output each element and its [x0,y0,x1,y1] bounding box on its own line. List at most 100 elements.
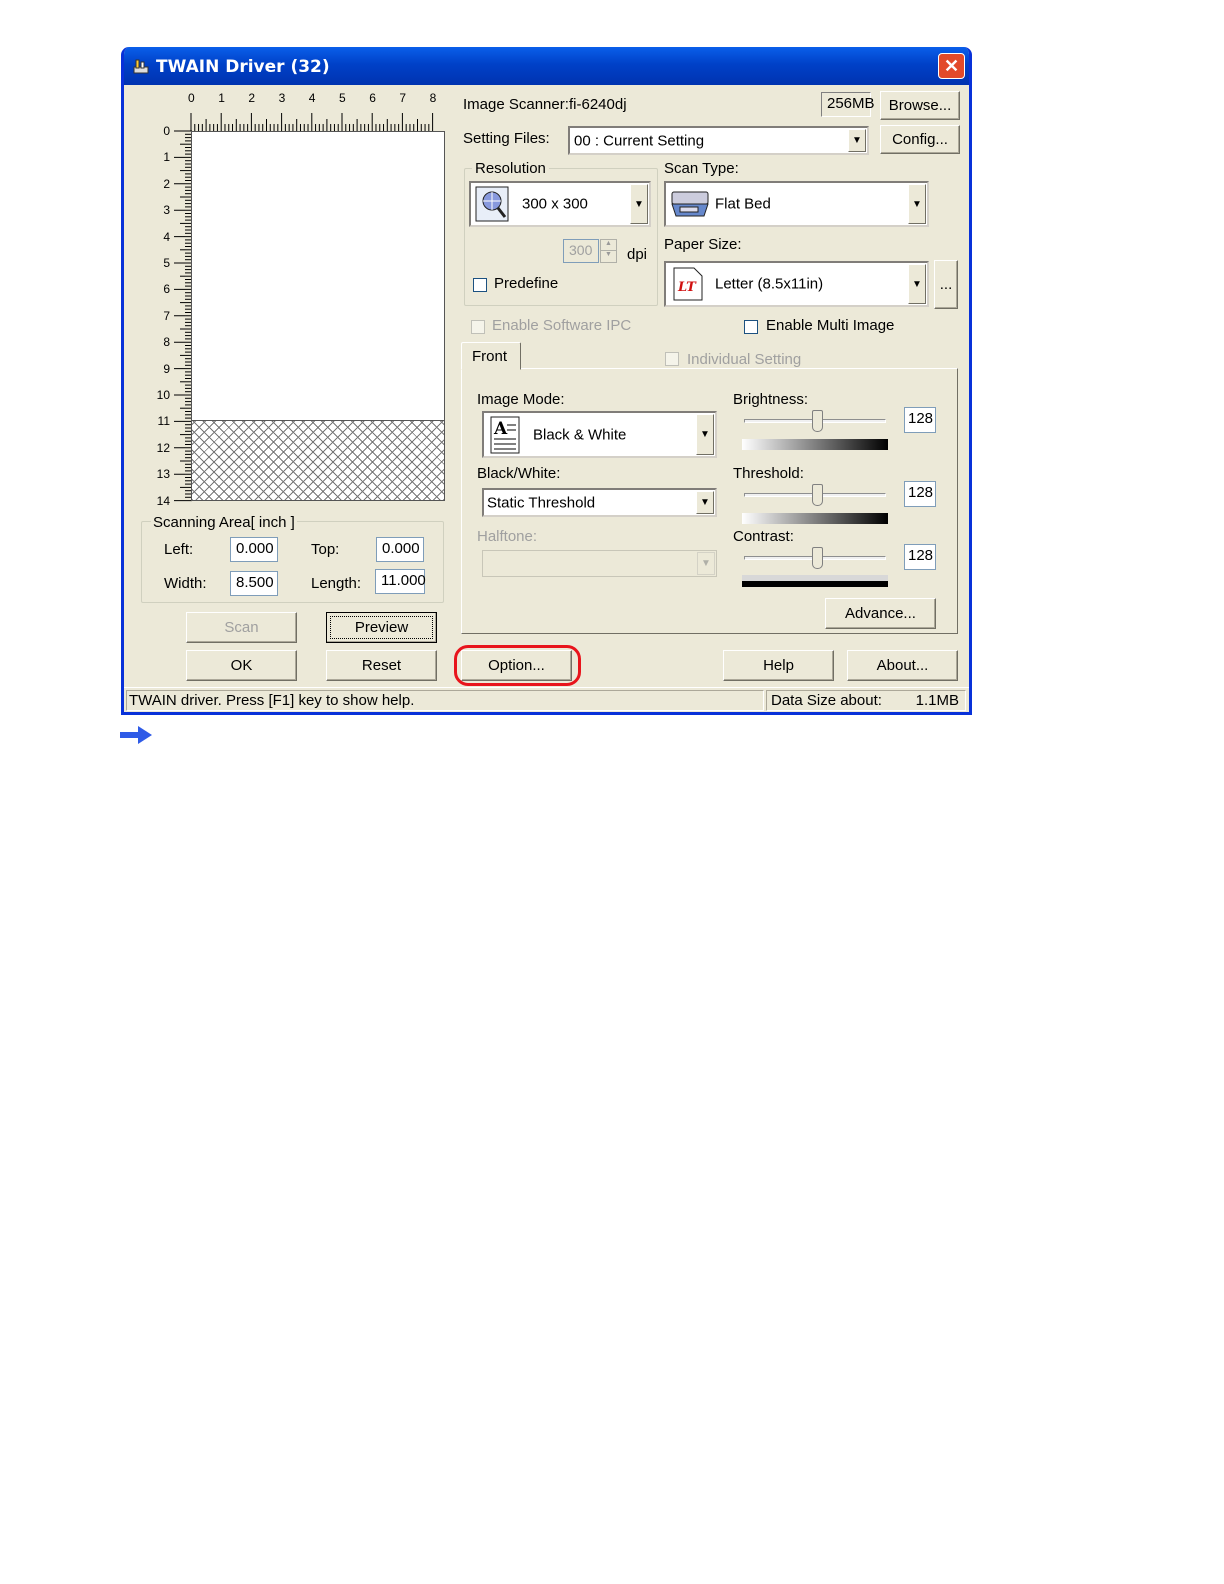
ruler-left-label: 3 [163,203,170,218]
unscannable-hatch [192,420,444,500]
config-button[interactable]: Config... [880,125,960,154]
setting-files-label: Setting Files: [463,130,550,147]
contrast-gradient [742,575,888,587]
scan-button[interactable]: Scan [186,612,297,643]
tab-front[interactable]: Front [461,342,521,370]
black-white-value: Static Threshold [487,494,596,511]
left-label: Left: [164,541,194,558]
width-field[interactable]: 8.500 [230,571,278,596]
chevron-down-icon[interactable]: ▼ [908,264,926,304]
halftone-dropdown[interactable]: ▼ [482,550,717,577]
image-mode-label: Image Mode: [477,391,565,408]
contrast-field[interactable]: 128 [904,544,936,570]
scanning-area-legend: Scanning Area[ inch ] [151,514,297,531]
ok-button[interactable]: OK [186,650,297,681]
close-button[interactable]: ✕ [938,53,965,79]
dpi-field[interactable]: 300 [563,239,599,263]
ruler-left-label: 1 [163,150,170,165]
letter-paper-icon: LT [673,267,703,301]
window-title: TWAIN Driver (32) [156,57,330,77]
close-icon: ✕ [943,56,960,76]
scan-type-dropdown[interactable]: Flat Bed ▼ [664,181,929,227]
paper-size-dropdown[interactable]: LT Letter (8.5x11in) ▼ [664,261,929,307]
ruler-left-label: 12 [156,440,170,455]
brightness-gradient [742,439,888,450]
ruler-top-label: 1 [218,91,225,105]
tab-front-label: Front [472,348,508,365]
predefine-checkbox[interactable] [473,278,487,292]
individual-setting-checkbox[interactable] [665,352,679,366]
left-field[interactable]: 0.000 [230,537,278,562]
chevron-down-icon[interactable]: ▼ [696,414,714,455]
length-field[interactable]: 11.000 [375,569,426,594]
browse-button[interactable]: Browse... [880,91,960,120]
enable-software-ipc-label: Enable Software IPC [492,317,632,334]
ruler-top-label: 2 [248,91,256,105]
ruler-top-label: 4 [308,91,316,105]
ruler-left-label: 5 [163,256,170,270]
ruler-top-label: 0 [188,91,195,105]
width-label: Width: [164,575,207,592]
image-mode-dropdown[interactable]: A Black & White ▼ [482,411,717,458]
setting-files-dropdown[interactable]: 00 : Current Setting ▼ [568,126,869,155]
image-mode-value: Black & White [533,426,627,443]
black-white-dropdown[interactable]: Static Threshold ▼ [482,488,717,517]
brightness-label: Brightness: [733,391,809,408]
image-scanner-label: Image Scanner: [463,96,569,113]
brightness-thumb[interactable] [812,410,823,432]
ruler-top-label: 8 [429,91,437,105]
chevron-down-icon[interactable]: ▼ [630,184,648,224]
data-size-value: 1.1MB [915,692,959,709]
enable-multi-image-checkbox[interactable] [744,320,758,334]
paper-size-value: Letter (8.5x11in) [715,275,824,293]
twain-driver-window: TWAIN Driver (32) ✕ 012345678 0123456789… [121,47,972,715]
svg-text:LT: LT [677,280,697,295]
status-bar: TWAIN driver. Press [F1] key to show hel… [124,687,969,712]
advance-button[interactable]: Advance... [825,598,936,629]
ruler-left-label: 2 [163,176,170,191]
ruler-top-label: 6 [369,91,376,105]
enable-software-ipc-checkbox[interactable] [471,320,485,334]
resolution-icon [475,186,509,222]
ruler-left-label: 4 [163,229,170,244]
ruler-left-label: 11 [157,414,170,429]
status-message: TWAIN driver. Press [F1] key to show hel… [129,692,415,709]
dpi-spinner[interactable]: ▲ ▼ [600,239,617,263]
top-field[interactable]: 0.000 [376,537,424,562]
svg-text:A: A [493,419,508,439]
chevron-down-icon[interactable]: ▼ [848,129,866,152]
top-ruler: 0 1 2 3 4 5 6 7 8 [186,91,446,131]
halftone-label: Halftone: [477,528,538,545]
contrast-label: Contrast: [733,528,794,545]
document-text-icon: A [490,416,520,454]
scan-type-label: Scan Type: [664,160,739,177]
threshold-thumb[interactable] [812,484,823,506]
ruler-left-label: 8 [163,335,170,350]
left-ruler: 0 1 2 3 4 5 6 7 8 9 10 11 12 13 14 [154,124,194,509]
chevron-down-icon[interactable]: ▼ [908,184,926,224]
chevron-down-icon[interactable]: ▼ [697,552,715,575]
enable-multi-image-label: Enable Multi Image [766,317,895,334]
about-button[interactable]: About... [847,650,958,681]
preview-area[interactable] [191,131,445,501]
ruler-top-label: 5 [339,91,346,105]
length-label: Length: [311,575,362,592]
brightness-field[interactable]: 128 [904,407,936,433]
resolution-dropdown[interactable]: 300 x 300 ▼ [469,181,651,227]
chevron-down-icon[interactable]: ▼ [696,491,714,514]
data-size-label: Data Size about: [771,692,882,709]
scanner-app-icon [133,59,149,74]
paper-size-more-button[interactable]: ... [934,260,958,309]
ruler-left-label: 0 [163,124,170,138]
threshold-field[interactable]: 128 [904,481,936,507]
help-button[interactable]: Help [723,650,834,681]
resolution-value: 300 x 300 [522,195,588,213]
scan-type-value: Flat Bed [715,195,771,213]
contrast-thumb[interactable] [812,547,823,569]
title-bar: TWAIN Driver (32) ✕ [124,47,969,85]
ruler-top-label: 3 [278,91,286,105]
dpi-label: dpi [627,246,648,263]
reset-button[interactable]: Reset [326,650,437,681]
ruler-top-label: 7 [399,91,407,105]
preview-button[interactable]: Preview [326,612,437,643]
